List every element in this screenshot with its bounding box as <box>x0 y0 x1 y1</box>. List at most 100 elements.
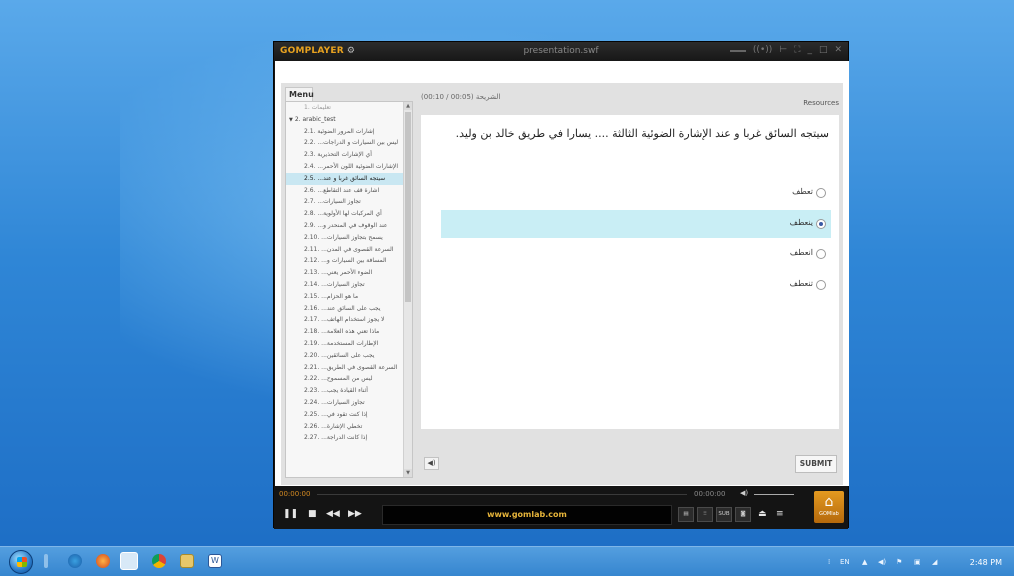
next-icon[interactable]: ▶▶ <box>348 509 362 519</box>
menu-item[interactable]: 2.22. ...ليس من المسموح <box>286 373 404 385</box>
menu-item[interactable]: 2.5. ...سيتجه السائق غربا و عند <box>286 172 404 185</box>
menu-item[interactable]: 2.17. ...لا يجوز استخدام الهاتف <box>286 314 404 326</box>
device-tray-icon[interactable]: ▣ <box>914 558 921 566</box>
radio-button[interactable] <box>816 188 826 198</box>
menu-item[interactable]: 2.18. ...ماذا تعني هذه العلامة <box>286 326 404 338</box>
menu-item-label: 2.10. ...يسمح بتجاوز السيارات <box>304 233 383 241</box>
title-bar-slider[interactable] <box>729 50 746 52</box>
menu-item[interactable]: 2.4. ...الإشارات الضوئية اللون الأحمر <box>286 161 404 173</box>
menu-item[interactable]: 2.14. ...تجاوز السيارات <box>286 279 404 291</box>
menu-item[interactable]: 2.11. ...السرعة القصوى في المدن <box>286 244 404 256</box>
menu-item[interactable]: 2.3. أي الإشارات التحذيرية <box>286 149 404 161</box>
menu-item[interactable]: 2.27. ...إذا كانت الدراجة <box>286 432 404 444</box>
radio-button[interactable] <box>816 219 826 229</box>
close-icon[interactable]: ✕ <box>834 45 842 55</box>
resources-link[interactable]: Resources <box>803 99 839 107</box>
menu-item[interactable]: 2.9. ...عند الوقوف في المنحدر و <box>286 220 404 232</box>
answer-option[interactable]: ينعطف <box>441 210 831 238</box>
menu-item[interactable]: 2.6. ...اشارة قف عند التقاطع <box>286 185 404 197</box>
menu-item[interactable]: 2.12. ...المسافة بين السيارات و <box>286 255 404 267</box>
stop-icon[interactable]: ■ <box>308 509 317 519</box>
gom-player-window[interactable]: GOMPLAYER ⚙ presentation.swf ((•)) ⊢ ⛶ _ … <box>273 41 849 529</box>
menu-item-label: 2.19. ...الإطارات المستخدمة <box>304 339 379 347</box>
volume-icon[interactable]: ◀) <box>740 489 748 497</box>
url-display[interactable]: www.gomlab.com <box>382 505 672 525</box>
chrome-icon[interactable] <box>152 554 166 568</box>
menu-item[interactable]: 2.24. ...تجاوز السيارات <box>286 397 404 409</box>
flag-tray-icon[interactable]: ⚑ <box>896 558 902 566</box>
audio-button[interactable]: ◀) <box>424 457 439 470</box>
show-hidden-icons[interactable]: ▲ <box>862 558 867 566</box>
tray-grip: ⁞ <box>828 558 831 566</box>
menu-item-label: 2.11. ...السرعة القصوى في المدن <box>304 245 394 253</box>
scroll-down-icon[interactable]: ▼ <box>404 469 412 477</box>
seek-bar[interactable] <box>317 494 687 495</box>
menu-item[interactable]: 2.13. ...الضوء الأحمر يعني <box>286 267 404 279</box>
menu-item-label: 2.15. ...ما هو الحزام <box>304 292 359 300</box>
capture-icon[interactable]: ◙ <box>735 507 751 522</box>
menu-item[interactable]: 2.8. ...أي المركبات لها الأولوية <box>286 208 404 220</box>
equalizer-icon[interactable]: ⁝⁝ <box>697 507 713 522</box>
video-area: Menu 1. تعليمات ▼ 2. arabic_test 2.1. إشارا… <box>275 61 849 486</box>
firefox-icon[interactable] <box>96 554 110 568</box>
menu-item[interactable]: 2.7. ...تجاوز السيارات <box>286 196 404 208</box>
menu-item-label: 2.4. ...الإشارات الضوئية اللون الأحمر <box>304 162 399 170</box>
speaker-icon: ◀) <box>427 459 436 467</box>
menu-scrollbar[interactable]: ▲ ▼ <box>403 102 412 477</box>
menu-folder[interactable]: ▼ 2. arabic_test <box>286 114 404 126</box>
menu-item-label: 2. arabic_test <box>294 115 336 123</box>
menu-item[interactable]: 2.15. ...ما هو الحزام <box>286 291 404 303</box>
radio-button[interactable] <box>816 249 826 259</box>
menu-item[interactable]: 2.21. ...السرعة القصوى في الطريق <box>286 362 404 374</box>
expand-triangle-icon[interactable]: ▼ <box>289 115 293 126</box>
eject-icon[interactable]: ⏏ <box>758 509 767 519</box>
menu-item[interactable]: 2.23. ...أثناء القيادة يجب <box>286 385 404 397</box>
menu-item[interactable]: 2.19. ...الإطارات المستخدمة <box>286 338 404 350</box>
language-indicator[interactable]: EN <box>840 558 850 566</box>
answer-option[interactable]: انعطف <box>441 240 831 268</box>
question-text: سيتجه السائق غربا و عند الإشارة الضوئية … <box>455 127 829 140</box>
gomlab-logo[interactable]: ⌂ GOMlab <box>814 491 844 523</box>
previous-icon[interactable]: ◀◀ <box>326 509 340 519</box>
answer-option[interactable]: تعطف <box>441 179 831 207</box>
scroll-thumb[interactable] <box>405 112 411 302</box>
pause-icon[interactable]: ❚❚ <box>283 509 298 519</box>
menu-icon[interactable]: ≡ <box>776 509 784 519</box>
network-tray-icon[interactable]: ◢ <box>932 558 937 566</box>
menu-item[interactable]: 2.1. إشارات المرور الضوئية <box>286 126 404 138</box>
active-app-icon[interactable] <box>120 552 138 570</box>
elapsed-time: 00:00:00 <box>279 490 311 498</box>
title-controls: ((•)) ⊢ ⛶ _ □ ✕ <box>729 45 842 55</box>
minimize-icon[interactable]: _ <box>807 45 812 55</box>
word-icon[interactable]: W <box>208 554 222 568</box>
menu-item[interactable]: 2.10. ...يسمح بتجاوز السيارات <box>286 232 404 244</box>
menu-item[interactable]: 2.20. ...يجب على السائقين <box>286 350 404 362</box>
sound-wave-icon[interactable]: ((•)) <box>753 45 772 55</box>
folder-icon[interactable] <box>180 554 194 568</box>
volume-slider[interactable] <box>754 494 794 495</box>
menu-tab[interactable]: Menu <box>285 87 314 101</box>
menu-item-label: 2.25. ...إذا كنت تقود في <box>304 410 368 418</box>
fullscreen-icon[interactable]: ⛶ <box>794 45 800 55</box>
menu-item[interactable]: 2.16. ...يجب على السائق عند <box>286 303 404 315</box>
radio-button[interactable] <box>816 280 826 290</box>
menu-item[interactable]: 2.25. ...إذا كنت تقود في <box>286 409 404 421</box>
menu-item[interactable]: 2.2. ...ليس بين السيارات و الدراجات <box>286 137 404 149</box>
start-button[interactable] <box>9 550 33 574</box>
menu-item[interactable]: 1. تعليمات <box>286 102 404 114</box>
menu-item-label: 2.20. ...يجب على السائقين <box>304 351 375 359</box>
refresh-app-icon[interactable] <box>68 554 82 568</box>
maximize-icon[interactable]: □ <box>819 45 828 55</box>
title-bar[interactable]: GOMPLAYER ⚙ presentation.swf ((•)) ⊢ ⛶ _ … <box>274 42 848 61</box>
answer-option[interactable]: تنعطف <box>441 271 831 299</box>
scroll-up-icon[interactable]: ▲ <box>404 102 412 110</box>
pin-icon[interactable]: ⊢ <box>779 45 787 55</box>
clock[interactable]: 2:48 PM <box>970 558 1002 567</box>
menu-item-label: 2.26. ...تخطي الإشارة <box>304 422 363 430</box>
playlist-icon[interactable]: ▤ <box>678 507 694 522</box>
speaker-tray-icon[interactable]: ◀) <box>878 558 886 566</box>
menu-item-label: 2.9. ...عند الوقوف في المنحدر و <box>304 221 388 229</box>
submit-button[interactable]: SUBMIT <box>795 455 837 473</box>
subtitle-button[interactable]: SUB <box>716 507 732 522</box>
menu-item[interactable]: 2.26. ...تخطي الإشارة <box>286 421 404 433</box>
